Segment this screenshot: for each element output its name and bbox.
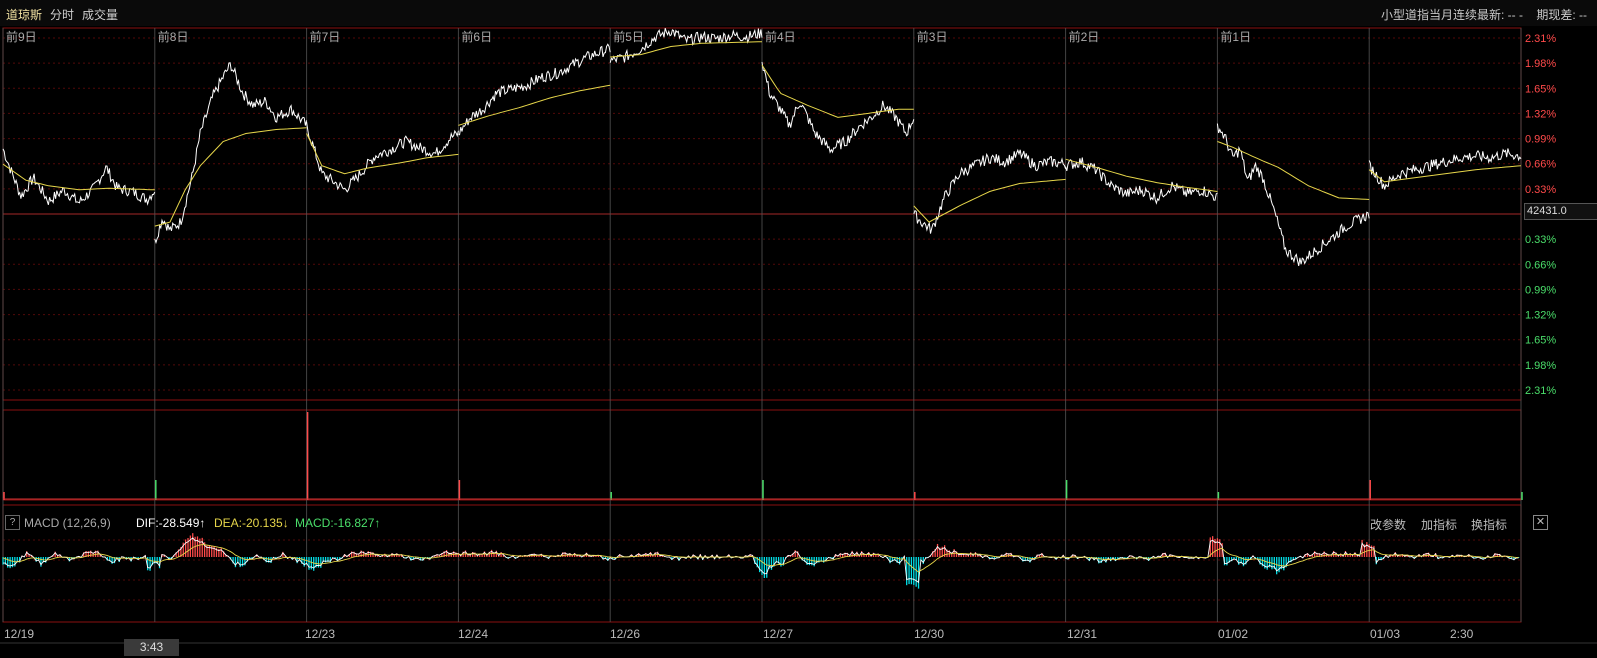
- avg-price-line-day: [458, 84, 611, 126]
- avg-price-line-day: [2, 163, 155, 191]
- change-params-button[interactable]: 改参数: [1370, 516, 1406, 533]
- avg-price-line-day: [1217, 141, 1370, 200]
- day-label: 前3日: [917, 29, 948, 44]
- current-price-box: 42431.0: [1524, 203, 1597, 220]
- day-label: 前8日: [158, 29, 189, 44]
- day-label: 前5日: [613, 29, 644, 44]
- pct-tick-label: 0.33%: [1525, 234, 1556, 246]
- avg-price-line-day: [154, 127, 307, 227]
- close-icon[interactable]: ✕: [1533, 515, 1548, 530]
- pct-tick-label: 0.99%: [1525, 134, 1556, 146]
- pct-tick-label: 0.99%: [1525, 284, 1556, 296]
- add-indicator-button[interactable]: 加指标: [1421, 516, 1457, 533]
- help-button[interactable]: ?: [5, 515, 20, 530]
- pct-tick-label: 2.31%: [1525, 385, 1556, 397]
- pct-tick-label: 1.65%: [1525, 83, 1556, 95]
- switch-indicator-button[interactable]: 换指标: [1471, 516, 1507, 533]
- avg-price-line-day: [913, 178, 1066, 223]
- macd-title: MACD (12,26,9): [24, 516, 111, 530]
- date-tick-label: 12/23: [305, 627, 335, 641]
- price-line-day: [1368, 148, 1522, 190]
- pct-tick-label: 1.98%: [1525, 360, 1556, 372]
- price-line-day: [1065, 157, 1218, 205]
- date-tick-label: 01/02: [1218, 627, 1248, 641]
- day-label: 前9日: [6, 29, 37, 44]
- day-label: 前7日: [310, 29, 341, 44]
- date-tick-label: 12/26: [610, 627, 640, 641]
- avg-price-line-day: [761, 64, 914, 118]
- macd-value: MACD:-16.827↑: [295, 516, 381, 530]
- price-line-day: [1216, 123, 1370, 267]
- date-tick-label: 12/24: [458, 627, 488, 641]
- date-tick-label: 12/19: [4, 627, 34, 641]
- day-label: 前1日: [1220, 29, 1251, 44]
- pct-tick-label: 1.32%: [1525, 108, 1556, 120]
- price-line-day: [2, 148, 156, 206]
- day-label: 前2日: [1069, 29, 1100, 44]
- pct-tick-label: 2.31%: [1525, 33, 1556, 45]
- date-tick-label: 12/31: [1067, 627, 1097, 641]
- intraday-chart[interactable]: 2.31%1.98%1.65%1.32%0.99%0.66%0.33%0.00%…: [0, 0, 1597, 658]
- date-tick-label: 12/27: [763, 627, 793, 641]
- day-label: 前4日: [765, 29, 796, 44]
- time-cursor-label: 3:43: [124, 639, 179, 656]
- date-tick-label: 12/30: [914, 627, 944, 641]
- pct-tick-label: 0.66%: [1525, 259, 1556, 271]
- date-tick-label: 01/03: [1370, 627, 1400, 641]
- dea-value: DEA:-20.135↓: [214, 516, 289, 530]
- price-line-day: [154, 62, 308, 245]
- pct-tick-label: 0.66%: [1525, 159, 1556, 171]
- dif-value: DIF:-28.549↑: [136, 516, 206, 530]
- macd-header: ? MACD (12,26,9) DIF:-28.549↑ DEA:-20.13…: [0, 513, 1553, 533]
- pct-tick-label: 1.65%: [1525, 335, 1556, 347]
- pct-tick-label: 0.33%: [1525, 184, 1556, 196]
- date-tick-label: 2:30: [1450, 627, 1474, 641]
- pct-tick-label: 1.98%: [1525, 58, 1556, 70]
- pct-tick-label: 1.32%: [1525, 310, 1556, 322]
- day-label: 前6日: [461, 29, 492, 44]
